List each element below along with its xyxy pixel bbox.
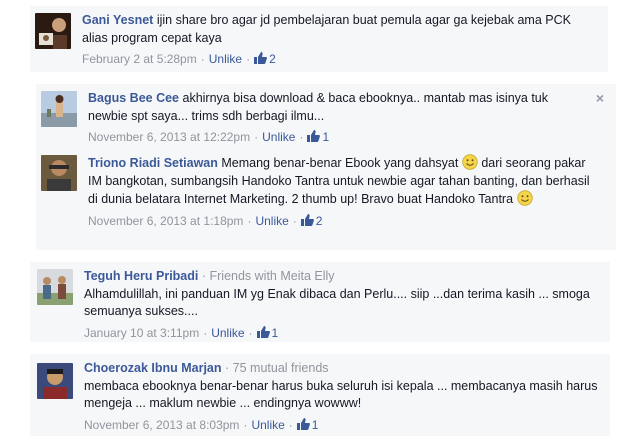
commenter-name[interactable]: Teguh Heru Pribadi xyxy=(84,269,198,283)
unlike-link[interactable]: Unlike xyxy=(262,130,295,144)
commenter-name[interactable]: Triono Riadi Setiawan xyxy=(88,156,218,170)
thumbs-up-icon xyxy=(256,325,270,338)
like-count[interactable]: 2 xyxy=(300,213,322,228)
like-count[interactable]: 2 xyxy=(254,52,276,66)
avatar[interactable] xyxy=(41,91,77,127)
comment-meta: November 6, 2013 at 1:18pm · Unlike · 2 xyxy=(88,213,323,228)
thumbs-up-icon xyxy=(296,417,310,430)
comment-text-block: Gani Yesnet ijin share bro agar jd pembe… xyxy=(82,12,582,47)
comment-text: ijin share bro agar jd pembelajaran buat… xyxy=(82,13,571,45)
comment-meta: November 6, 2013 at 8:03pm · Unlike · 1 xyxy=(84,417,319,432)
commenter-name[interactable]: Choerozak Ibnu Marjan xyxy=(84,361,222,375)
avatar[interactable] xyxy=(35,13,71,49)
comment-text: Memang benar-benar Ebook yang dahsyat xyxy=(221,156,459,170)
commenter-name[interactable]: Gani Yesnet xyxy=(82,13,153,27)
comment-meta: February 2 at 5:28pm · Unlike · 2 xyxy=(82,52,276,66)
like-count[interactable]: 1 xyxy=(307,130,329,144)
comment-text: membaca ebooknya benar-benar harus buka … xyxy=(84,378,598,411)
unlike-link[interactable]: Unlike xyxy=(251,418,284,432)
comment-text-block: Teguh Heru Pribadi · Friends with Meita … xyxy=(84,268,604,321)
like-count[interactable]: 1 xyxy=(256,325,278,340)
timestamp[interactable]: February 2 at 5:28pm xyxy=(82,52,197,66)
avatar[interactable] xyxy=(37,363,73,399)
comment-meta: January 10 at 3:11pm · Unlike · 1 xyxy=(84,325,279,340)
comment-text-block: Triono Riadi Setiawan Memang benar-benar… xyxy=(88,154,598,209)
thumbs-up-icon xyxy=(300,213,314,226)
friend-context: · Friends with Meita Elly xyxy=(201,269,335,283)
comment-card: Gani Yesnet ijin share bro agar jd pembe… xyxy=(30,6,608,72)
avatar[interactable] xyxy=(37,269,73,305)
thumbs-up-icon xyxy=(307,130,321,142)
timestamp[interactable]: November 6, 2013 at 1:18pm xyxy=(88,214,243,228)
thumbs-up-icon xyxy=(254,52,267,64)
comment-card: Choerozak Ibnu Marjan · 75 mutual friend… xyxy=(30,354,610,436)
close-icon[interactable]: × xyxy=(596,90,604,106)
like-count[interactable]: 1 xyxy=(296,417,318,432)
commenter-name[interactable]: Bagus Bee Cee xyxy=(88,91,179,105)
smiley-icon xyxy=(516,190,533,206)
comment-meta: November 6, 2013 at 12:22pm · Unlike · 1 xyxy=(88,130,330,144)
avatar[interactable] xyxy=(41,155,77,191)
comment-text: Alhamdulillah, ini panduan IM yg Enak di… xyxy=(84,286,590,319)
comment-card: Triono Riadi Setiawan Memang benar-benar… xyxy=(36,146,616,250)
comment-card: × Bagus Bee Cee akhirnya bisa download &… xyxy=(36,84,616,146)
unlike-link[interactable]: Unlike xyxy=(211,326,244,340)
unlike-link[interactable]: Unlike xyxy=(209,52,242,66)
unlike-link[interactable]: Unlike xyxy=(255,214,288,228)
comment-text-block: Choerozak Ibnu Marjan · 75 mutual friend… xyxy=(84,360,604,413)
smiley-icon xyxy=(462,154,478,170)
timestamp[interactable]: January 10 at 3:11pm xyxy=(84,326,199,340)
comment-card: Teguh Heru Pribadi · Friends with Meita … xyxy=(30,262,610,342)
timestamp[interactable]: November 6, 2013 at 8:03pm xyxy=(84,418,239,432)
comment-text-block: Bagus Bee Cee akhirnya bisa download & b… xyxy=(88,90,588,125)
friend-context: · 75 mutual friends xyxy=(225,361,329,375)
timestamp[interactable]: November 6, 2013 at 12:22pm xyxy=(88,130,250,144)
